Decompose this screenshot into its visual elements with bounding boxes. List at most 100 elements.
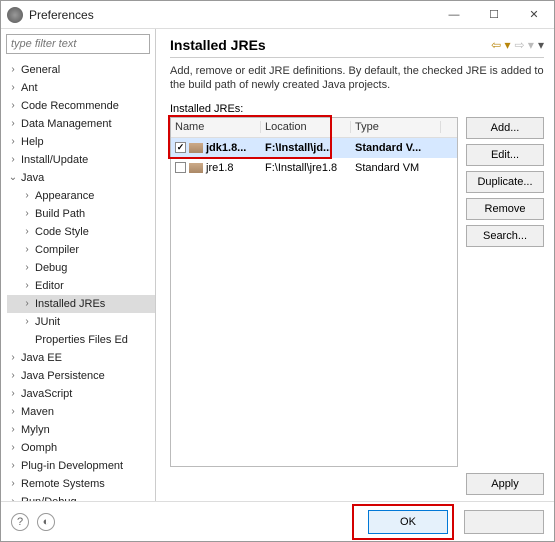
menu-icon[interactable]: ▾ [538,38,544,52]
expand-caret-icon[interactable]: › [21,280,33,292]
add-button[interactable]: Add... [466,117,544,139]
tree-item[interactable]: ›JavaScript [7,385,155,403]
tree-item[interactable]: ›Install/Update [7,151,155,169]
tree-item[interactable]: ›Java Persistence [7,367,155,385]
tree-item[interactable]: ›Ant [7,79,155,97]
tree-item-label: Properties Files Ed [35,334,128,346]
progress-icon[interactable]: ◐ [37,513,55,531]
tree-item[interactable]: ›Debug [7,259,155,277]
expand-caret-icon[interactable]: › [7,388,19,400]
expand-caret-icon[interactable]: › [21,316,33,328]
description-text: Add, remove or edit JRE definitions. By … [170,64,544,93]
tree-item[interactable]: ›JUnit [7,313,155,331]
tree-item-label: Maven [21,406,54,418]
minimize-button[interactable]: — [434,1,474,29]
tree-item-label: Help [21,136,44,148]
tree-item[interactable]: Properties Files Ed [7,331,155,349]
tree-item-label: JUnit [35,316,60,328]
expand-caret-icon[interactable]: ⌄ [7,172,19,184]
tree-item[interactable]: ›Build Path [7,205,155,223]
tree-item[interactable]: ›Compiler [7,241,155,259]
tree-item[interactable]: ›Mylyn [7,421,155,439]
tree-item-label: Plug-in Development [21,460,123,472]
apply-button[interactable]: Apply [466,473,544,495]
cancel-button[interactable] [464,510,544,534]
forward-icon[interactable]: ⇨ ▾ [515,38,534,52]
expand-caret-icon[interactable]: › [7,460,19,472]
row-checkbox[interactable]: ✓ [175,142,186,153]
window-title: Preferences [29,8,434,22]
tree-item-label: Compiler [35,244,79,256]
col-name[interactable]: Name [171,121,261,133]
tree-item[interactable]: ⌄Java [7,169,155,187]
tree-item[interactable]: ›Run/Debug [7,493,155,501]
table-header: Name Location Type [171,118,457,138]
tree-item[interactable]: ›Remote Systems [7,475,155,493]
tree-item-label: Java Persistence [21,370,105,382]
tree-item-label: Mylyn [21,424,50,436]
expand-caret-icon[interactable]: › [21,298,33,310]
expand-caret-icon[interactable]: › [7,154,19,166]
ok-highlight-annotation: OK [352,504,454,540]
app-icon [7,7,23,23]
tree-item-label: Appearance [35,190,94,202]
tree-item[interactable]: ›Help [7,133,155,151]
col-location[interactable]: Location [261,121,351,133]
expand-caret-icon[interactable]: › [21,244,33,256]
ok-button[interactable]: OK [368,510,448,534]
tree-item[interactable]: ›Data Management [7,115,155,133]
expand-caret-icon[interactable]: › [7,478,19,490]
expand-caret-icon[interactable]: › [21,208,33,220]
tree-item-label: Remote Systems [21,478,105,490]
tree-item[interactable]: ›Java EE [7,349,155,367]
tree-item-label: Build Path [35,208,85,220]
jre-icon [189,143,203,153]
expand-caret-icon[interactable]: › [7,82,19,94]
maximize-button[interactable]: ☐ [474,1,514,29]
col-type[interactable]: Type [351,121,441,133]
expand-caret-icon[interactable]: › [7,118,19,130]
tree-item[interactable]: ›Plug-in Development [7,457,155,475]
expand-caret-icon[interactable]: › [7,442,19,454]
row-checkbox[interactable] [175,162,186,173]
duplicate-button[interactable]: Duplicate... [466,171,544,193]
expand-caret-icon[interactable]: › [7,424,19,436]
expand-caret-icon[interactable]: › [7,64,19,76]
table-row[interactable]: ✓jdk1.8...F:\Install\jd...Standard V... [171,138,457,158]
expand-caret-icon[interactable]: › [21,226,33,238]
tree-item[interactable]: ›Code Style [7,223,155,241]
tree-item[interactable]: ›Maven [7,403,155,421]
expand-caret-icon[interactable]: › [7,352,19,364]
tree-item[interactable]: ›Oomph [7,439,155,457]
help-icon[interactable]: ? [11,513,29,531]
expand-caret-icon[interactable]: › [7,406,19,418]
jre-location: F:\Install\jd... [261,142,351,154]
expand-caret-icon[interactable]: › [7,100,19,112]
expand-caret-icon[interactable]: › [7,370,19,382]
expand-caret-icon[interactable]: › [7,136,19,148]
category-tree[interactable]: ›General›Ant›Code Recommende›Data Manage… [1,59,155,501]
remove-button[interactable]: Remove [466,198,544,220]
close-button[interactable]: ✕ [514,1,554,29]
expand-caret-icon[interactable] [21,334,33,346]
expand-caret-icon[interactable]: › [21,262,33,274]
tree-item[interactable]: ›Installed JREs [7,295,155,313]
footer: ? ◐ OK [1,501,554,541]
tree-item-label: Code Recommende [21,100,119,112]
jre-table[interactable]: Name Location Type ✓jdk1.8...F:\Install\… [170,117,458,467]
tree-item-label: Install/Update [21,154,88,166]
tree-item[interactable]: ›Editor [7,277,155,295]
tree-item[interactable]: ›Code Recommende [7,97,155,115]
back-icon[interactable]: ⇦ ▾ [491,38,510,52]
filter-input[interactable] [6,34,150,54]
apply-row: Apply [170,467,544,497]
sidebar: ›General›Ant›Code Recommende›Data Manage… [1,29,156,501]
tree-item[interactable]: ›General [7,61,155,79]
jre-icon [189,163,203,173]
table-row[interactable]: jre1.8F:\Install\jre1.8Standard VM [171,158,457,178]
table-area: Name Location Type ✓jdk1.8...F:\Install\… [170,117,544,467]
tree-item[interactable]: ›Appearance [7,187,155,205]
expand-caret-icon[interactable]: › [21,190,33,202]
edit-button[interactable]: Edit... [466,144,544,166]
search-button[interactable]: Search... [466,225,544,247]
